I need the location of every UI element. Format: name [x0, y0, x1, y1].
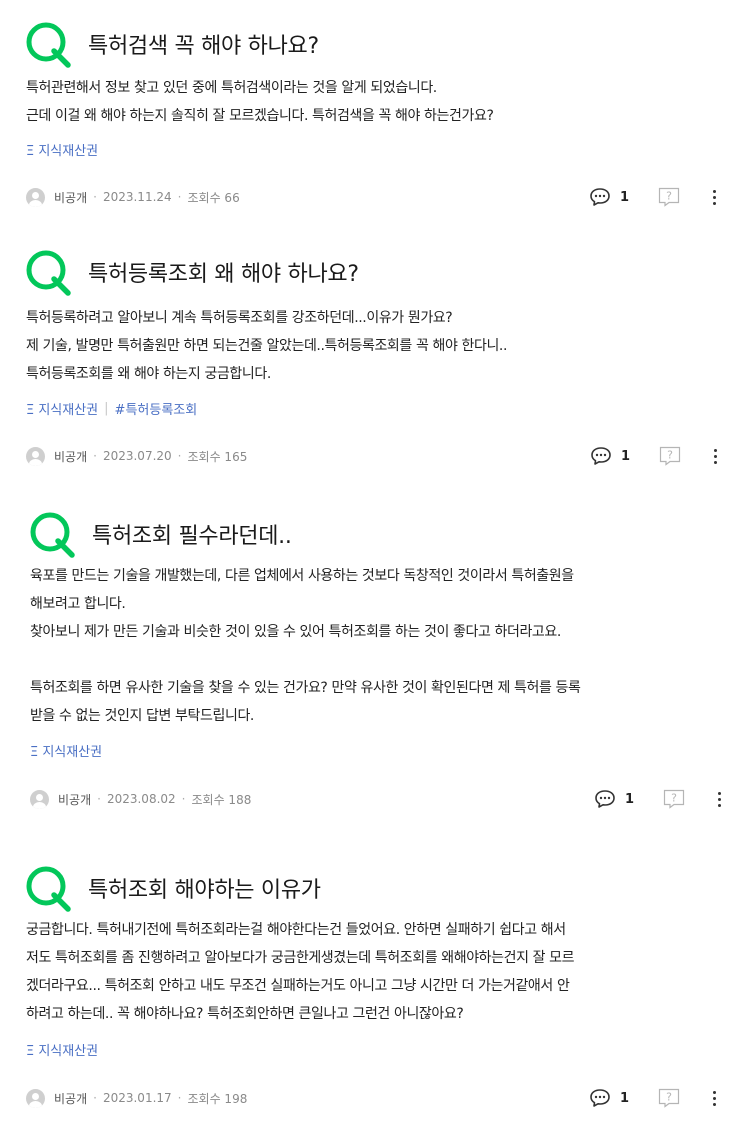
question-card[interactable]: 특허조회 필수라던데.. 육포를 만드는 기술을 개발했는데, 다른 업체에서 …	[0, 508, 733, 809]
view-count: 조회수 198	[187, 1091, 248, 1106]
speech-bubble-icon	[590, 1089, 610, 1107]
question-box-icon[interactable]: ?	[659, 446, 681, 466]
body-line: 겠더라구요... 특허조회 안하고 내도 무조건 실패하는거도 아니고 그냥 시…	[26, 978, 570, 994]
post-meta: 비공개 · 2023.11.24 · 조회수 66	[26, 186, 240, 208]
default-profile-icon	[26, 446, 45, 466]
q-logo-icon	[26, 22, 71, 68]
question-body[interactable]: 육포를 만드는 기술을 개발했는데, 다른 업체에서 사용하는 것보다 독창적인…	[30, 562, 730, 730]
author-name: 비공개	[54, 1091, 88, 1106]
separator-dot: ·	[93, 449, 97, 463]
q-logo-icon	[26, 866, 71, 912]
view-count: 조회수 165	[187, 449, 248, 464]
body-line: 특허조회를 하면 유사한 기술을 찾을 수 있는 건가요? 만약 유사한 것이 …	[30, 680, 581, 696]
kebab-menu-icon[interactable]	[710, 445, 720, 467]
separator-dot: ·	[93, 190, 97, 204]
separator-dot: ·	[93, 1091, 97, 1105]
body-line: 찾아보니 제가 만든 기술과 비슷한 것이 있을 수 있어 특허조회를 하는 것…	[30, 624, 561, 640]
category-tag[interactable]: Ξ 지식재산권	[30, 741, 102, 760]
speech-bubble-icon	[590, 188, 610, 206]
kebab-menu-icon[interactable]	[709, 186, 719, 208]
question-box-icon[interactable]: ?	[658, 1088, 680, 1108]
question-box-icon[interactable]: ?	[663, 789, 685, 809]
answer-count: 1	[621, 448, 631, 464]
tag-list: Ξ 지식재산권 | #특허등록조회	[26, 399, 197, 418]
body-line: 특허관련해서 정보 찾고 있던 중에 특허검색이라는 것을 알게 되었습니다.	[26, 80, 437, 96]
question-body[interactable]: 궁금합니다. 특허내기전에 특허조회라는걸 해야한다는건 들었어요. 안하면 실…	[26, 916, 726, 1028]
hashtag[interactable]: #특허등록조회	[115, 399, 198, 418]
answer-count: 1	[620, 1090, 630, 1106]
question-box-icon[interactable]: ?	[658, 187, 680, 207]
separator-dot: ·	[181, 792, 186, 806]
post-date: 2023.07.20	[102, 449, 172, 463]
author-name: 비공개	[54, 190, 88, 205]
body-line: 궁금합니다. 특허내기전에 특허조회라는걸 해야한다는건 들었어요. 안하면 실…	[26, 922, 566, 938]
post-actions: 1 ?	[594, 786, 724, 812]
speech-bubble-icon	[595, 790, 615, 808]
kebab-menu-icon[interactable]	[709, 1087, 719, 1109]
svg-text:?: ?	[667, 449, 673, 462]
default-profile-icon	[30, 789, 49, 809]
tag-list: Ξ 지식재산권	[26, 1040, 98, 1059]
answer-count: 1	[620, 189, 630, 205]
svg-text:?: ?	[671, 792, 677, 805]
answer-button[interactable]: 1	[594, 789, 634, 809]
post-date: 2023.01.17	[102, 1091, 172, 1105]
body-line: 근데 이걸 왜 해야 하는지 솔직히 잘 모르겠습니다. 특허검색을 꼭 해야 …	[26, 108, 494, 124]
question-card[interactable]: 특허조회 해야하는 이유가 궁금합니다. 특허내기전에 특허조회라는걸 해야한다…	[0, 862, 733, 1108]
svg-text:?: ?	[666, 190, 672, 203]
post-actions: 1 ?	[589, 1085, 719, 1111]
body-line	[30, 646, 730, 674]
author-name: 비공개	[58, 792, 92, 807]
separator-dot: ·	[177, 1091, 182, 1105]
author-name: 비공개	[54, 449, 88, 464]
question-title[interactable]: 특허등록조회 왜 해야 하나요?	[88, 256, 359, 288]
kebab-menu-icon[interactable]	[714, 788, 724, 810]
question-title[interactable]: 특허조회 필수라던데..	[92, 518, 292, 550]
post-actions: 1 ?	[589, 184, 719, 210]
body-line: 특허등록하려고 알아보니 계속 특허등록조회를 강조하던데...이유가 뭔가요?	[26, 310, 453, 326]
post-date: 2023.11.24	[102, 190, 172, 204]
answer-button[interactable]: 1	[589, 1088, 629, 1108]
category-tag[interactable]: Ξ 지식재산권	[26, 140, 98, 159]
body-line: 제 기술, 발명만 특허출원만 하면 되는건줄 알았는데..특허등록조회를 꼭 …	[26, 338, 508, 354]
view-count: 조회수 66	[187, 190, 240, 205]
body-line: 특허등록조회를 왜 해야 하는지 궁금합니다.	[26, 366, 271, 382]
default-profile-icon	[26, 1088, 45, 1108]
body-line: 해보려고 합니다.	[30, 596, 126, 612]
answer-button[interactable]: 1	[589, 187, 629, 207]
speech-bubble-icon	[591, 447, 611, 465]
post-meta: 비공개 · 2023.08.02 · 조회수 188	[30, 788, 251, 810]
post-meta: 비공개 · 2023.01.17 · 조회수 198	[26, 1087, 247, 1109]
body-line: 저도 특허조회를 좀 진행하려고 알아보다가 궁금한게생겼는데 특허조회를 왜해…	[26, 950, 575, 966]
q-logo-icon	[30, 512, 75, 558]
answer-count: 1	[625, 791, 635, 807]
question-card[interactable]: 특허검색 꼭 해야 하나요? 특허관련해서 정보 찾고 있던 중에 특허검색이라…	[0, 18, 733, 207]
post-meta: 비공개 · 2023.07.20 · 조회수 165	[26, 445, 247, 467]
q-logo-icon	[26, 250, 71, 296]
separator-dot: ·	[177, 449, 182, 463]
post-actions: 1 ?	[590, 443, 720, 469]
answer-button[interactable]: 1	[590, 446, 630, 466]
default-profile-icon	[26, 187, 45, 207]
tag-divider: |	[104, 401, 109, 416]
svg-text:?: ?	[666, 1091, 672, 1104]
question-body[interactable]: 특허관련해서 정보 찾고 있던 중에 특허검색이라는 것을 알게 되었습니다. …	[26, 74, 726, 130]
tag-list: Ξ 지식재산권	[30, 741, 102, 760]
question-title[interactable]: 특허검색 꼭 해야 하나요?	[88, 28, 319, 60]
tag-list: Ξ 지식재산권	[26, 140, 98, 159]
body-line: 하려고 하는데.. 꼭 해야하나요? 특허조회안하면 큰일나고 그런건 아니잖아…	[26, 1006, 464, 1022]
separator-dot: ·	[97, 792, 101, 806]
question-card[interactable]: 특허등록조회 왜 해야 하나요? 특허등록하려고 알아보니 계속 특허등록조회를…	[0, 246, 733, 466]
view-count: 조회수 188	[191, 792, 252, 807]
post-date: 2023.08.02	[106, 792, 176, 806]
question-title[interactable]: 특허조회 해야하는 이유가	[88, 872, 321, 904]
question-body[interactable]: 특허등록하려고 알아보니 계속 특허등록조회를 강조하던데...이유가 뭔가요?…	[26, 304, 726, 388]
category-tag[interactable]: Ξ 지식재산권	[26, 1040, 98, 1059]
body-line: 받을 수 없는 것인지 답변 부탁드립니다.	[30, 708, 254, 724]
separator-dot: ·	[177, 190, 182, 204]
category-tag[interactable]: Ξ 지식재산권	[26, 399, 98, 418]
body-line: 육포를 만드는 기술을 개발했는데, 다른 업체에서 사용하는 것보다 독창적인…	[30, 568, 574, 584]
